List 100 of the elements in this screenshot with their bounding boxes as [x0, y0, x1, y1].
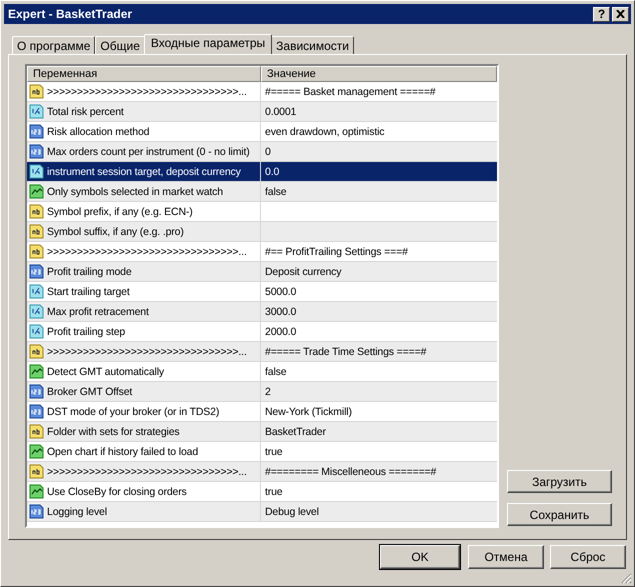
parameter-name: Broker GMT Offset — [47, 386, 132, 398]
fraction-type-icon — [29, 164, 44, 179]
parameter-value: 5000.0 — [265, 286, 296, 298]
table-row[interactable]: Detect GMT automatically false — [27, 362, 497, 382]
parameter-value: true — [265, 446, 282, 458]
table-row[interactable]: Max profit retracement 3000.0 — [27, 302, 497, 322]
table-row[interactable]: Start trailing target 5000.0 — [27, 282, 497, 302]
parameter-name: Detect GMT automatically — [47, 366, 164, 378]
number-type-icon — [29, 124, 44, 139]
parameter-name: Logging level — [47, 506, 107, 518]
parameter-name: instrument session target, deposit currency — [47, 166, 241, 178]
chart-type-icon — [29, 364, 44, 379]
column-header[interactable]: Переменная — [27, 66, 261, 82]
table-row[interactable]: >>>>>>>>>>>>>>>>>>>>>>>>>>>>>>>>... #===== Trade Time Settings ====# — [27, 342, 497, 362]
parameter-value: even drawdown, optimistic — [265, 126, 384, 138]
tab[interactable]: Зависимости — [271, 36, 354, 54]
text-type-icon — [29, 224, 44, 239]
table-row[interactable]: >>>>>>>>>>>>>>>>>>>>>>>>>>>>>>>>... #== ProfitTrailing Settings ===# — [27, 242, 497, 262]
parameter-name: Max orders count per instrument (0 - no limit) — [47, 146, 250, 158]
table-row[interactable]: Risk allocation method even drawdown, optimistic — [27, 122, 497, 142]
parameter-value: #== ProfitTrailing Settings ===# — [265, 246, 408, 258]
parameter-value: BasketTrader — [265, 426, 326, 438]
parameter-value: false — [265, 186, 286, 198]
close-button[interactable] — [612, 6, 629, 22]
parameter-value: Debug level — [265, 506, 319, 518]
table-row[interactable]: Only symbols selected in market watch false — [27, 182, 497, 202]
number-type-icon — [29, 264, 44, 279]
parameter-value: #===== Basket management =====# — [265, 86, 436, 98]
chart-type-icon — [29, 184, 44, 199]
chart-type-icon — [29, 484, 44, 499]
close-icon — [616, 10, 625, 18]
table-row[interactable]: DST mode of your broker (or in TDS2) New-York (Tickmill) — [27, 402, 497, 422]
parameter-name: >>>>>>>>>>>>>>>>>>>>>>>>>>>>>>>>... — [47, 346, 247, 358]
parameter-name: Start trailing target — [47, 286, 130, 298]
parameter-name: Max profit retracement — [47, 306, 149, 318]
parameter-value: 0 — [265, 146, 271, 158]
table-row[interactable]: Profit trailing mode Deposit currency — [27, 262, 497, 282]
help-button[interactable]: ? — [593, 6, 610, 22]
parameter-name: Total risk percent — [47, 106, 124, 118]
text-type-icon — [29, 344, 44, 359]
parameter-value: 3000.0 — [265, 306, 296, 318]
text-type-icon — [29, 84, 44, 99]
number-type-icon — [29, 404, 44, 419]
table-row[interactable]: >>>>>>>>>>>>>>>>>>>>>>>>>>>>>>>>... #======== Miscelleneous =======# — [27, 462, 497, 482]
parameter-value: Deposit currency — [265, 266, 342, 278]
table-row[interactable]: Logging level Debug level — [27, 502, 497, 522]
resize-grip-icon[interactable] — [621, 573, 632, 584]
parameter-name: >>>>>>>>>>>>>>>>>>>>>>>>>>>>>>>>... — [47, 86, 247, 98]
text-type-icon — [29, 244, 44, 259]
table-row[interactable]: instrument session target, deposit currency 0.0 — [27, 162, 497, 182]
parameter-name: Use CloseBy for closing orders — [47, 486, 187, 498]
tab[interactable]: Общие — [95, 36, 145, 54]
parameter-name: Profit trailing step — [47, 326, 126, 338]
parameter-name: Symbol suffix, if any (e.g. .pro) — [47, 226, 184, 238]
reset-button[interactable]: Сброс — [550, 545, 626, 569]
table-row[interactable]: >>>>>>>>>>>>>>>>>>>>>>>>>>>>>>>>... #===== Basket management =====# — [27, 82, 497, 102]
table-row[interactable]: Open chart if history failed to load true — [27, 442, 497, 462]
ok-button[interactable]: OK — [380, 545, 460, 569]
load-button[interactable]: Загрузить — [507, 470, 612, 493]
table-row[interactable]: Profit trailing step 2000.0 — [27, 322, 497, 342]
parameter-name: Symbol prefix, if any (e.g. ECN-) — [47, 206, 193, 218]
parameter-value: New-York (Tickmill) — [265, 406, 352, 418]
fraction-type-icon — [29, 324, 44, 339]
fraction-type-icon — [29, 104, 44, 119]
parameter-value: #===== Trade Time Settings ====# — [265, 346, 426, 358]
parameter-name: Risk allocation method — [47, 126, 150, 138]
table-row[interactable]: Symbol prefix, if any (e.g. ECN-) — [27, 202, 497, 222]
parameter-value: 2 — [265, 386, 271, 398]
parameter-value: false — [265, 366, 286, 378]
parameter-name: DST mode of your broker (or in TDS2) — [47, 406, 220, 418]
parameter-value: 2000.0 — [265, 326, 296, 338]
table-row[interactable]: Max orders count per instrument (0 - no limit) 0 — [27, 142, 497, 162]
parameter-value: 0.0001 — [265, 106, 296, 118]
parameter-name: Profit trailing mode — [47, 266, 132, 278]
text-type-icon — [29, 204, 44, 219]
save-button[interactable]: Сохранить — [507, 503, 612, 526]
parameter-name: >>>>>>>>>>>>>>>>>>>>>>>>>>>>>>>>... — [47, 466, 247, 478]
tab[interactable]: Входные параметры — [144, 34, 272, 54]
table-row[interactable]: Symbol suffix, if any (e.g. .pro) — [27, 222, 497, 242]
parameter-value: #======== Miscelleneous =======# — [265, 466, 436, 478]
fraction-type-icon — [29, 284, 44, 299]
parameter-name: >>>>>>>>>>>>>>>>>>>>>>>>>>>>>>>>... — [47, 246, 247, 258]
chart-type-icon — [29, 444, 44, 459]
table-row[interactable]: Use CloseBy for closing orders true — [27, 482, 497, 502]
number-type-icon — [29, 384, 44, 399]
parameter-name: Only symbols selected in market watch — [47, 186, 223, 198]
table-row[interactable]: Folder with sets for strategies BasketTrader — [27, 422, 497, 442]
number-type-icon — [29, 144, 44, 159]
tab[interactable]: О программе — [12, 36, 96, 54]
parameter-name: Folder with sets for strategies — [47, 426, 180, 438]
window-title: Expert - BasketTrader — [8, 7, 132, 21]
parameter-value: 0.0 — [265, 166, 280, 178]
table-row[interactable]: Broker GMT Offset 2 — [27, 382, 497, 402]
parameter-value: true — [265, 486, 282, 498]
fraction-type-icon — [29, 304, 44, 319]
number-type-icon — [29, 504, 44, 519]
parameter-name: Open chart if history failed to load — [47, 446, 198, 458]
table-row[interactable]: Total risk percent 0.0001 — [27, 102, 497, 122]
cancel-button[interactable]: Отмена — [468, 545, 544, 569]
column-header[interactable]: Значение — [261, 66, 497, 82]
